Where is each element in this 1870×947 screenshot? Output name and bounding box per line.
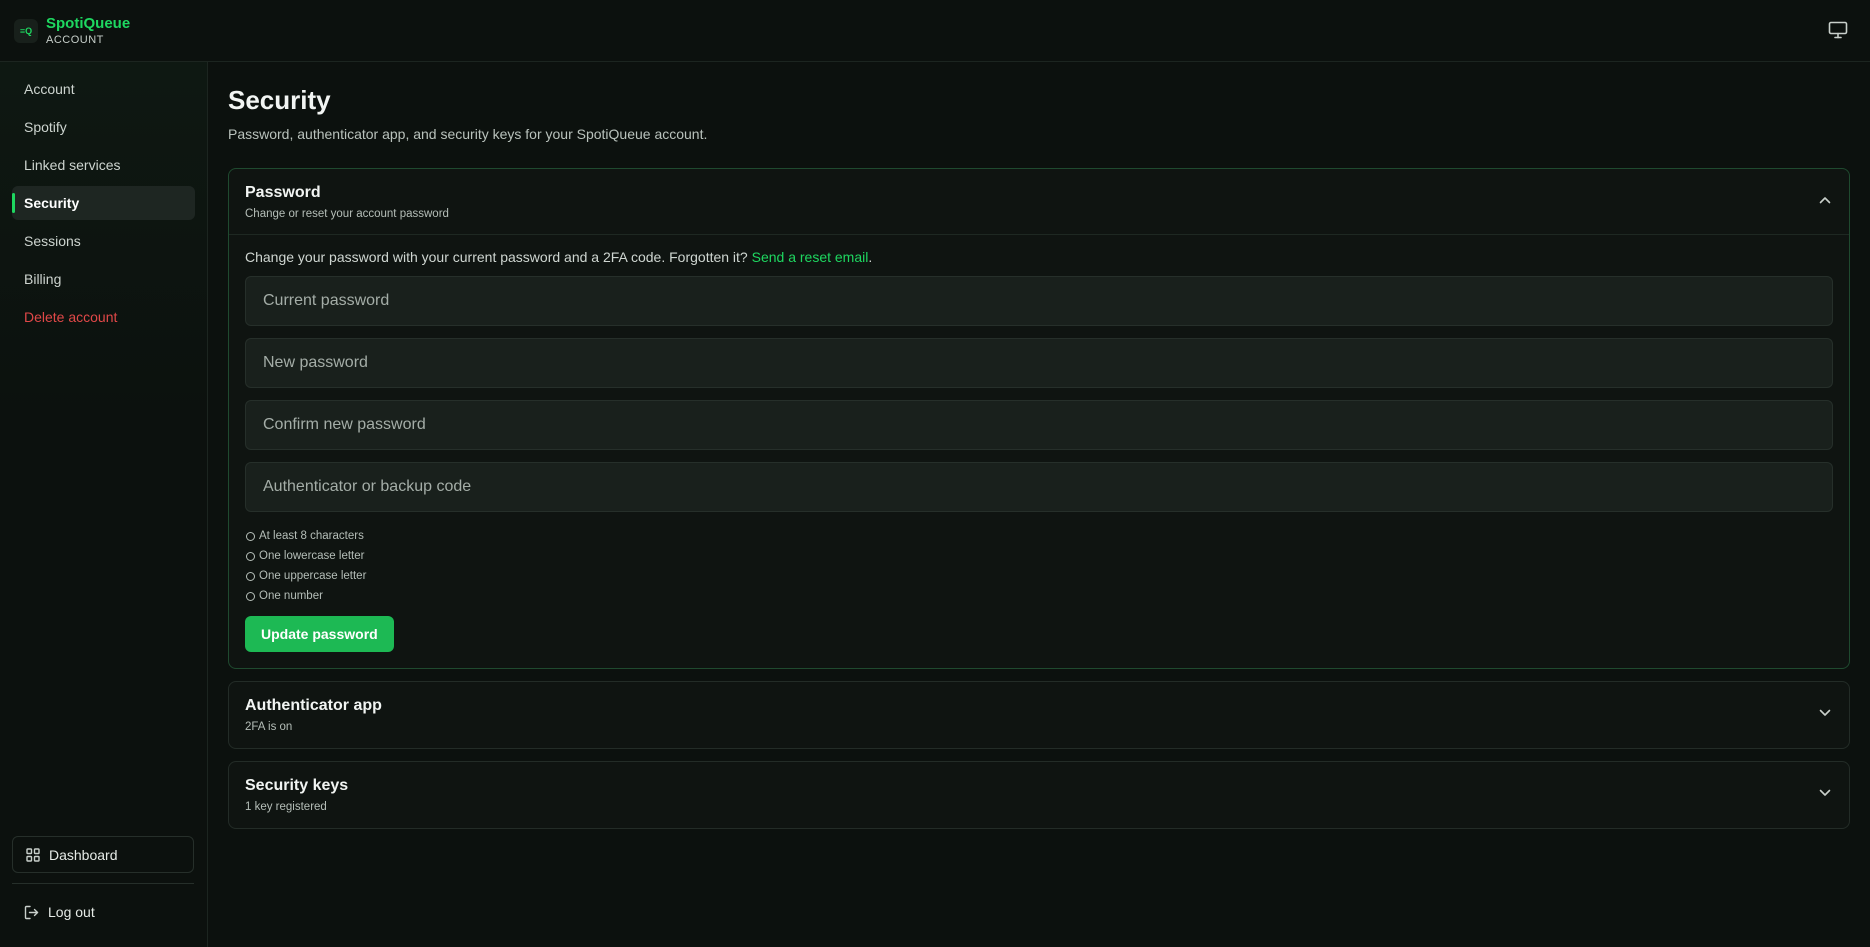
app-logo-icon[interactable]: ≡Q xyxy=(14,18,38,43)
sidebar-item-account[interactable]: Account xyxy=(12,72,195,106)
password-requirements: At least 8 characters One lowercase lett… xyxy=(245,526,1833,606)
password-intro-text: Change your password with your current p… xyxy=(245,249,752,265)
current-password-input[interactable] xyxy=(245,276,1833,326)
circle-icon xyxy=(246,591,255,601)
display-toggle-button[interactable] xyxy=(1826,19,1850,41)
logout-label: Log out xyxy=(48,904,95,920)
sidebar-item-label: Linked services xyxy=(24,157,121,173)
sidebar-item-label: Spotify xyxy=(24,119,67,135)
sidebar-item-sessions[interactable]: Sessions xyxy=(12,224,195,258)
requirement-label: One uppercase letter xyxy=(259,570,367,582)
security-keys-card: Security keys 1 key registered xyxy=(228,761,1850,829)
chevron-down-icon[interactable] xyxy=(1819,789,1831,797)
security-keys-card-header[interactable]: Security keys 1 key registered xyxy=(229,762,1849,828)
dashboard-label: Dashboard xyxy=(49,846,118,863)
authenticator-card-title: Authenticator app xyxy=(245,697,382,714)
password-card-title: Password xyxy=(245,183,321,201)
sidebar-item-label: Delete account xyxy=(24,309,118,325)
password-card-subtitle: Change or reset your account password xyxy=(245,207,449,220)
top-bar: ≡Q SpotiQueue ACCOUNT xyxy=(0,0,1870,62)
circle-icon xyxy=(246,551,255,561)
circle-icon xyxy=(246,531,255,541)
page-subtitle: Password, authenticator app, and securit… xyxy=(228,126,708,142)
requirement-item: At least 8 characters xyxy=(245,526,1833,546)
reset-email-link[interactable]: Send a reset email xyxy=(752,249,869,265)
password-intro-end: . xyxy=(868,249,873,265)
sidebar-divider xyxy=(12,883,194,884)
password-card-body: Change your password with your current p… xyxy=(229,235,1849,668)
security-keys-card-subtitle: 1 key registered xyxy=(245,801,327,813)
new-password-input[interactable] xyxy=(245,338,1833,388)
sidebar-item-spotify[interactable]: Spotify xyxy=(12,110,195,144)
sidebar-item-label: Account xyxy=(24,81,75,97)
monitor-icon xyxy=(1828,21,1848,39)
brand[interactable]: SpotiQueue ACCOUNT xyxy=(46,15,130,47)
authenticator-card-header[interactable]: Authenticator app 2FA is on xyxy=(229,682,1849,748)
requirement-label: One number xyxy=(259,590,323,602)
main-content: Security Password, authenticator app, an… xyxy=(228,62,1850,829)
password-intro: Change your password with your current p… xyxy=(245,249,1833,265)
sidebar-item-billing[interactable]: Billing xyxy=(12,262,195,296)
circle-icon xyxy=(246,571,255,581)
sidebar-item-linked-services[interactable]: Linked services xyxy=(12,148,195,182)
requirement-item: One lowercase letter xyxy=(245,546,1833,566)
requirement-label: One lowercase letter xyxy=(259,550,365,562)
sidebar-nav: Account Spotify Linked services Security… xyxy=(0,62,207,334)
requirement-item: One uppercase letter xyxy=(245,566,1833,586)
authenticator-card: Authenticator app 2FA is on xyxy=(228,681,1850,749)
dashboard-button[interactable]: Dashboard xyxy=(12,836,194,873)
sidebar-item-delete-account[interactable]: Delete account xyxy=(12,300,195,334)
app-name: SpotiQueue xyxy=(46,14,131,32)
chevron-up-icon[interactable] xyxy=(1819,196,1831,204)
auth-code-input[interactable] xyxy=(245,462,1833,512)
confirm-password-input[interactable] xyxy=(245,400,1833,450)
chevron-down-icon[interactable] xyxy=(1819,709,1831,717)
sidebar-item-label: Security xyxy=(24,195,80,211)
requirement-item: One number xyxy=(245,586,1833,606)
security-keys-card-title: Security keys xyxy=(245,777,349,794)
sidebar: Account Spotify Linked services Security… xyxy=(0,62,208,947)
update-password-button[interactable]: Update password xyxy=(245,616,394,652)
sidebar-item-security[interactable]: Security xyxy=(12,186,195,220)
app-section-label: ACCOUNT xyxy=(46,33,104,46)
sidebar-item-label: Sessions xyxy=(24,233,81,249)
password-card-header[interactable]: Password Change or reset your account pa… xyxy=(229,169,1849,235)
sidebar-item-label: Billing xyxy=(24,271,62,287)
logout-icon xyxy=(24,905,39,919)
logout-button[interactable]: Log out xyxy=(12,894,194,930)
page-title: Security xyxy=(228,85,331,115)
dashboard-grid-icon xyxy=(26,847,40,862)
requirement-label: At least 8 characters xyxy=(259,530,364,542)
password-card: Password Change or reset your account pa… xyxy=(228,168,1850,669)
authenticator-card-subtitle: 2FA is on xyxy=(245,721,293,733)
